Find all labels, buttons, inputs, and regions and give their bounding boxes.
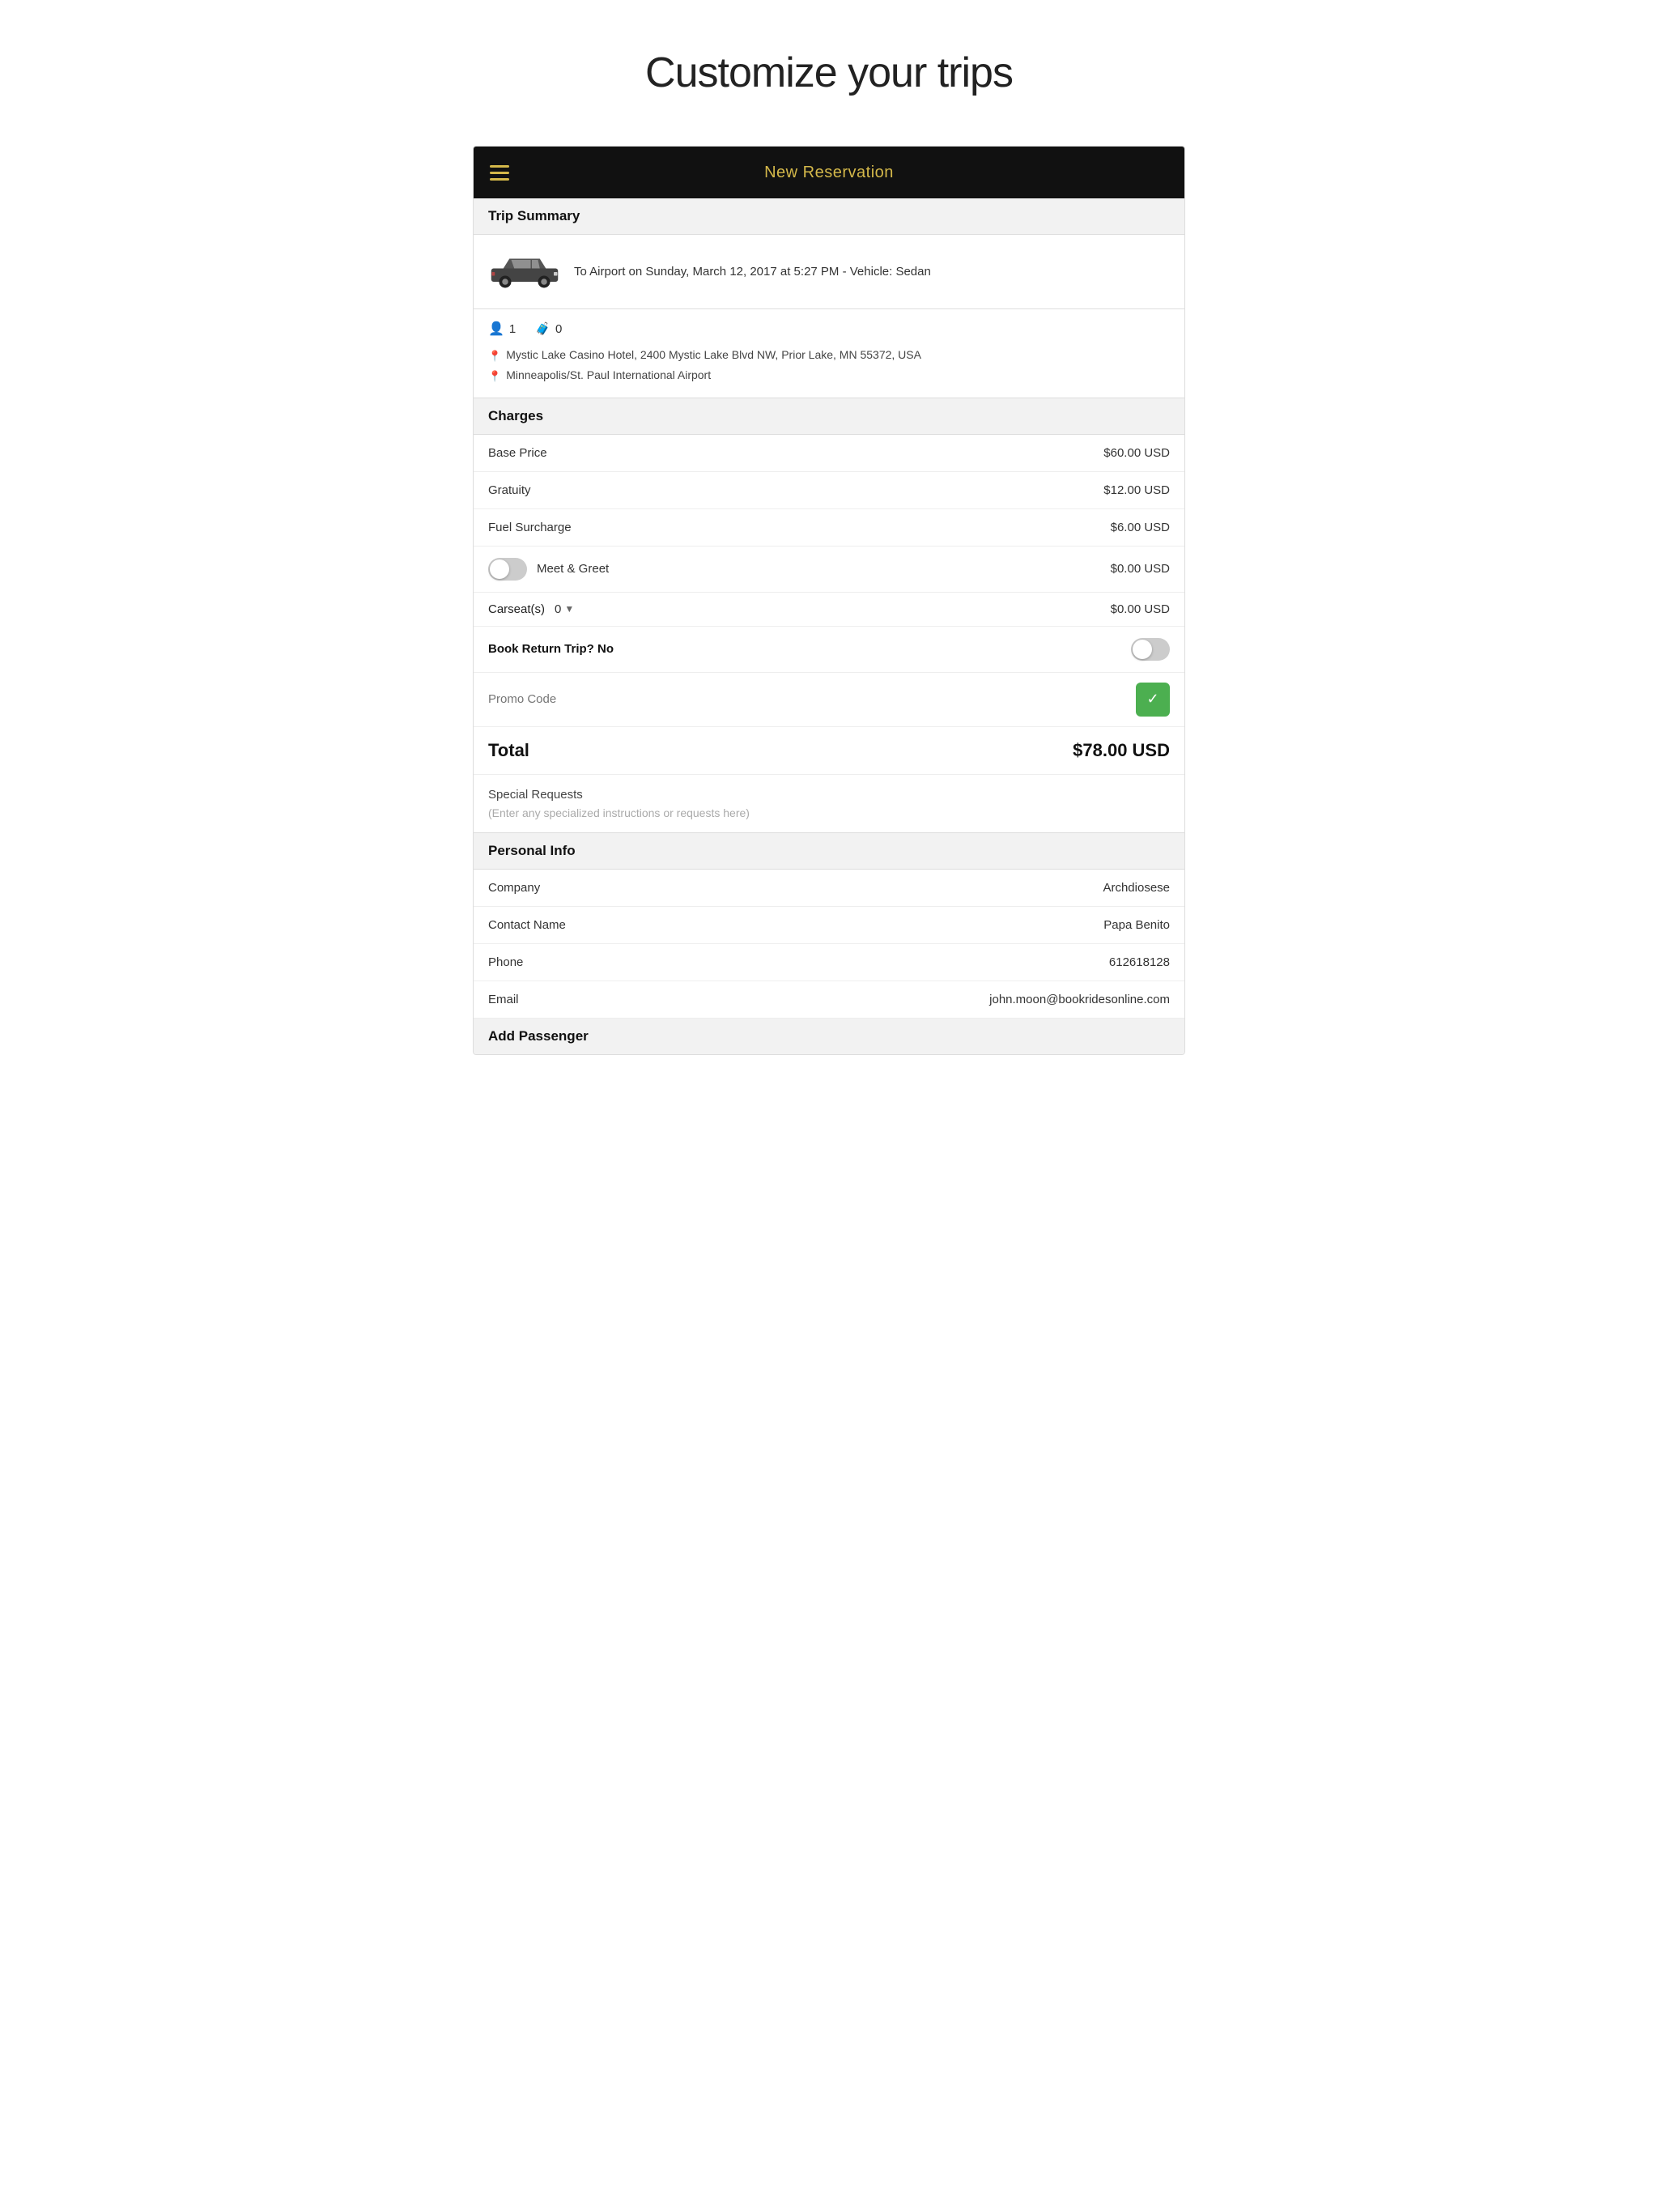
car-icon-wrapper <box>488 249 561 294</box>
contact-name-label: Contact Name <box>488 918 566 932</box>
personal-info-section-header: Personal Info <box>474 833 1184 870</box>
trip-addresses: 📍 Mystic Lake Casino Hotel, 2400 Mystic … <box>488 345 1170 386</box>
carseat-select[interactable]: 0 ▼ <box>555 602 574 616</box>
charge-gratuity: Gratuity $12.00 USD <box>474 472 1184 509</box>
pickup-address: Mystic Lake Casino Hotel, 2400 Mystic La… <box>506 345 921 365</box>
gratuity-label: Gratuity <box>488 483 531 497</box>
passenger-count: 1 <box>488 321 516 337</box>
gratuity-amount: $12.00 USD <box>1103 483 1170 497</box>
promo-submit-button[interactable]: ✓ <box>1136 683 1170 717</box>
fuel-surcharge-label: Fuel Surcharge <box>488 521 572 534</box>
add-passenger-section[interactable]: Add Passenger <box>474 1019 1184 1054</box>
total-row: Total $78.00 USD <box>474 727 1184 775</box>
email-value: john.moon@bookridesonline.com <box>989 993 1170 1006</box>
book-return-toggle[interactable] <box>1131 638 1170 661</box>
carseat-left: Carseat(s) 0 ▼ <box>488 602 574 616</box>
base-price-label: Base Price <box>488 446 547 460</box>
fuel-surcharge-amount: $6.00 USD <box>1111 521 1170 534</box>
page-title: Customize your trips <box>457 49 1201 97</box>
charge-meet-greet: Meet & Greet $0.00 USD <box>474 547 1184 593</box>
book-return-row: Book Return Trip? No <box>474 627 1184 673</box>
meet-greet-label-group: Meet & Greet <box>488 558 609 581</box>
company-label: Company <box>488 881 540 895</box>
trip-meta: 1 0 📍 Mystic Lake Casino Hotel, 2400 Mys… <box>474 309 1184 398</box>
trip-counts: 1 0 <box>488 321 1170 337</box>
carseat-dropdown-arrow: ▼ <box>564 603 574 615</box>
page-header: Customize your trips <box>440 0 1218 130</box>
company-value: Archdiosese <box>1103 881 1170 895</box>
trip-summary-block: To Airport on Sunday, March 12, 2017 at … <box>474 235 1184 309</box>
carseat-amount: $0.00 USD <box>1111 602 1170 616</box>
trip-summary-section-header: Trip Summary <box>474 198 1184 235</box>
meet-greet-label: Meet & Greet <box>537 562 609 576</box>
nav-bar: New Reservation <box>474 147 1184 198</box>
phone-label: Phone <box>488 955 523 969</box>
luggage-count: 0 <box>535 321 562 337</box>
charges-section-header: Charges <box>474 398 1184 435</box>
special-requests-placeholder: (Enter any specialized instructions or r… <box>488 806 1170 819</box>
meet-greet-toggle[interactable] <box>488 558 527 581</box>
luggage-count-value: 0 <box>555 322 562 336</box>
info-company: Company Archdiosese <box>474 870 1184 907</box>
dropoff-address: Minneapolis/St. Paul International Airpo… <box>506 365 711 385</box>
passenger-count-value: 1 <box>509 322 516 336</box>
phone-value: 612618128 <box>1109 955 1170 969</box>
person-icon <box>488 321 504 337</box>
trip-description: To Airport on Sunday, March 12, 2017 at … <box>574 263 931 280</box>
add-passenger-label: Add Passenger <box>488 1028 589 1044</box>
charge-fuel-surcharge: Fuel Surcharge $6.00 USD <box>474 509 1184 547</box>
hamburger-line-1 <box>490 165 509 168</box>
carseat-label: Carseat(s) <box>488 602 545 616</box>
luggage-icon <box>535 321 551 336</box>
pickup-pin-icon: 📍 <box>488 347 501 365</box>
info-phone: Phone 612618128 <box>474 944 1184 981</box>
car-icon <box>488 249 561 290</box>
nav-title: New Reservation <box>764 164 894 182</box>
special-requests-title: Special Requests <box>488 788 1170 802</box>
dropoff-address-row: 📍 Minneapolis/St. Paul International Air… <box>488 365 1170 385</box>
content-area: Trip Summary <box>474 198 1184 1054</box>
app-container: New Reservation Trip Summary <box>473 146 1185 1055</box>
promo-code-row: ✓ <box>474 673 1184 727</box>
info-email: Email john.moon@bookridesonline.com <box>474 981 1184 1019</box>
pickup-address-row: 📍 Mystic Lake Casino Hotel, 2400 Mystic … <box>488 345 1170 365</box>
info-contact-name: Contact Name Papa Benito <box>474 907 1184 944</box>
charge-carseat: Carseat(s) 0 ▼ $0.00 USD <box>474 593 1184 627</box>
carseat-quantity: 0 <box>555 602 561 616</box>
special-requests-block: Special Requests (Enter any specialized … <box>474 775 1184 833</box>
promo-checkmark-icon: ✓ <box>1146 691 1158 708</box>
promo-code-input[interactable] <box>488 687 1136 711</box>
hamburger-line-3 <box>490 178 509 181</box>
hamburger-menu[interactable] <box>490 165 509 181</box>
contact-name-value: Papa Benito <box>1103 918 1170 932</box>
base-price-amount: $60.00 USD <box>1103 446 1170 460</box>
meet-greet-amount: $0.00 USD <box>1111 562 1170 576</box>
charge-base-price: Base Price $60.00 USD <box>474 435 1184 472</box>
dropoff-pin-icon: 📍 <box>488 367 501 385</box>
book-return-label: Book Return Trip? No <box>488 642 614 656</box>
email-label: Email <box>488 993 519 1006</box>
total-amount: $78.00 USD <box>1073 740 1170 761</box>
hamburger-line-2 <box>490 172 509 174</box>
total-label: Total <box>488 740 529 761</box>
